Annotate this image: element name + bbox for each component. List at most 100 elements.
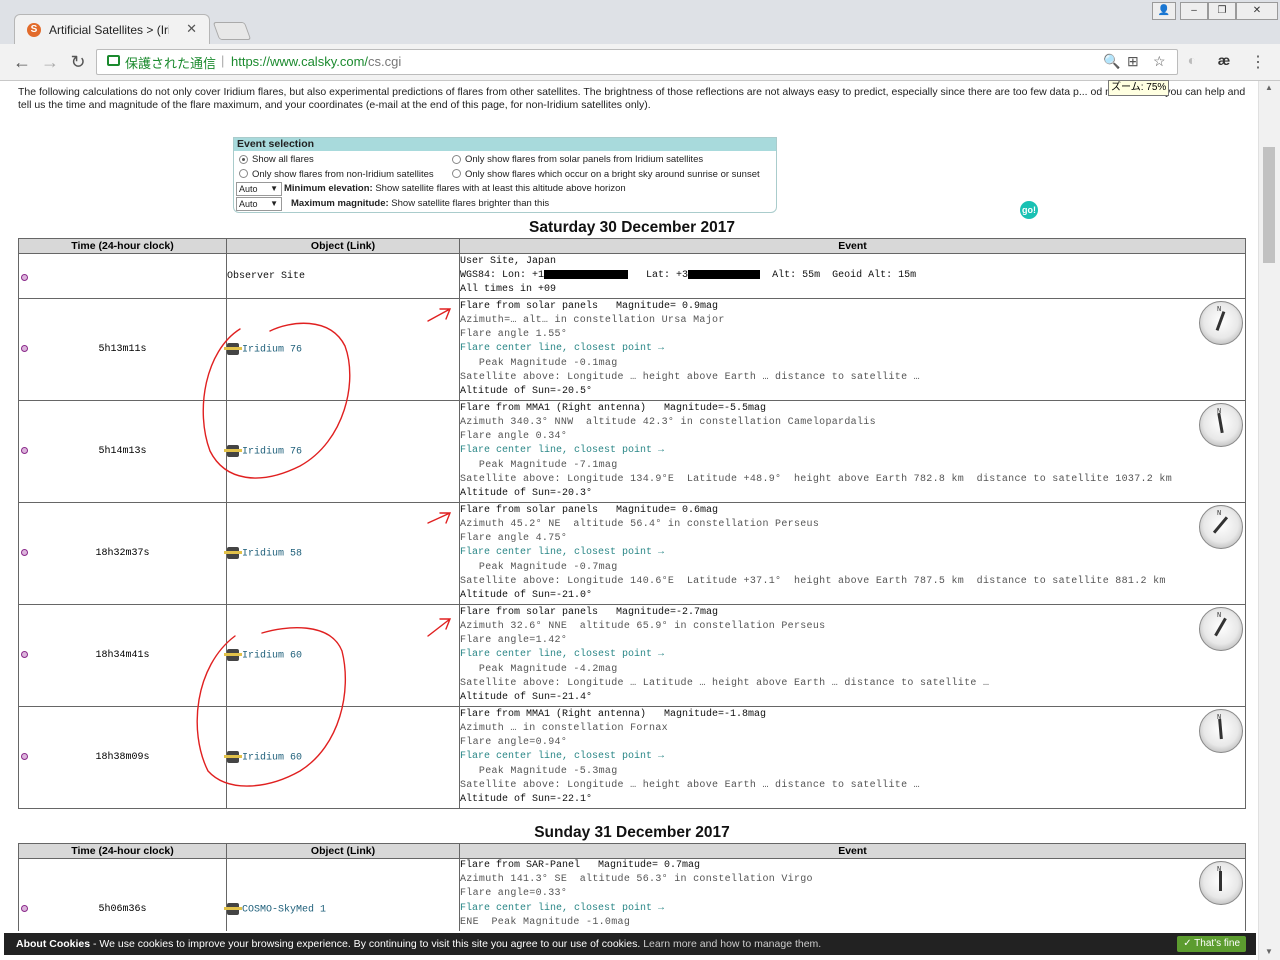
satellite-link[interactable]: Iridium 58: [242, 549, 302, 560]
scroll-up-icon[interactable]: ▲: [1265, 83, 1273, 92]
scrollbar-thumb[interactable]: [1263, 147, 1275, 263]
intro-text: The following calculations do not only c…: [18, 86, 1246, 111]
min-elevation-select[interactable]: Auto: [236, 182, 282, 196]
day-title-sunday: Sunday 31 December 2017: [534, 824, 730, 841]
satellite-icon: [224, 903, 242, 916]
tab-title: Artificial Satellites > (Iridi: [49, 23, 169, 37]
sky-compass-icon[interactable]: N: [1199, 861, 1243, 905]
event-selection-panel: Event selection Show all flares Only sho…: [233, 137, 777, 213]
sky-compass-icon[interactable]: N: [1199, 301, 1243, 345]
radio-solar[interactable]: [452, 155, 461, 164]
observer-site-label: Observer Site: [226, 253, 460, 299]
radio-show-all[interactable]: [239, 155, 248, 164]
col-object-header: Object (Link): [226, 843, 460, 859]
zoom-icon[interactable]: 🔍: [1103, 53, 1120, 70]
table-row: 18h38m09s Iridium 60 Flare from MMA1 (Ri…: [18, 706, 1246, 809]
satellite-icon: [224, 649, 242, 662]
bullet-icon: [21, 345, 28, 353]
max-magnitude-label: Maximum magnitude: Show satellite flares…: [291, 198, 550, 209]
day-title-saturday: Saturday 30 December 2017: [529, 219, 735, 236]
radio-label-solar: Only show flares from solar panels from …: [465, 154, 704, 165]
bullet-icon: [21, 549, 28, 557]
zoom-tooltip: ズーム: 75%: [1108, 80, 1170, 96]
sky-compass-icon[interactable]: N: [1199, 607, 1243, 651]
cookie-title: About Cookies: [16, 938, 91, 950]
bookmark-star-icon[interactable]: ☆: [1153, 53, 1166, 70]
ae-extension-icon[interactable]: æ: [1214, 52, 1234, 68]
browser-tab[interactable]: S Artificial Satellites > (Iridi ✕: [14, 14, 210, 45]
close-tab-icon[interactable]: ✕: [186, 21, 197, 37]
sky-compass-icon[interactable]: N: [1199, 505, 1243, 549]
table-row: 18h32m37s Iridium 58 Flare from solar pa…: [18, 502, 1246, 605]
satellite-link[interactable]: COSMO-SkyMed 1: [242, 905, 326, 916]
table-row: 5h06m36s COSMO-SkyMed 1 Flare from SAR-P…: [18, 858, 1246, 931]
satellite-link[interactable]: Iridium 76: [242, 447, 302, 458]
flare-time: 5h06m36s: [98, 904, 147, 915]
address-bar[interactable]: 保護された通信 | https://www.calsky.com/cs.cgi …: [96, 49, 1178, 75]
col-object-header: Object (Link): [226, 238, 460, 254]
flare-table-day1: Time (24-hour clock) Object (Link) Event…: [18, 238, 1246, 809]
flare-details: Flare from solar panels Magnitude= 0.9ma…: [459, 298, 1246, 401]
minimize-button[interactable]: –: [1180, 2, 1208, 20]
radio-label-all: Show all flares: [252, 154, 314, 165]
col-event-header: Event: [459, 238, 1246, 254]
cookie-text: - We use cookies to improve your browsin…: [90, 938, 644, 950]
flare-details: Flare from solar panels Magnitude= 0.6ma…: [459, 502, 1246, 605]
satellite-icon: [224, 547, 242, 560]
close-window-button[interactable]: ✕: [1236, 2, 1278, 20]
browser-titlebar: S Artificial Satellites > (Iridi ✕ 👤 – ❐…: [0, 0, 1280, 45]
flare-time: 18h32m37s: [95, 548, 150, 559]
table-row: 5h14m13s Iridium 76 Flare from MMA1 (Rig…: [18, 400, 1246, 503]
bullet-icon: [21, 274, 28, 282]
maximize-button[interactable]: ❐: [1208, 2, 1236, 20]
table-row: 5h13m11s Iridium 76 Flare from solar pan…: [18, 298, 1246, 401]
profile-icon[interactable]: 👤: [1152, 2, 1176, 20]
satellite-link[interactable]: Iridium 76: [242, 345, 302, 356]
max-magnitude-select[interactable]: Auto: [236, 197, 282, 211]
translate-icon[interactable]: ⊞: [1127, 53, 1139, 70]
satellite-link[interactable]: Iridium 60: [242, 651, 302, 662]
cookie-accept-button[interactable]: ✓ That's fine: [1177, 936, 1246, 952]
bullet-icon: [21, 651, 28, 659]
url-text: https://www.calsky.com/cs.cgi: [231, 54, 402, 69]
new-tab-button[interactable]: [212, 22, 252, 40]
radio-label-non-iridium: Only show flares from non-Iridium satell…: [252, 169, 434, 180]
browser-toolbar: ← → ↻ 保護された通信 | https://www.calsky.com/c…: [0, 44, 1280, 81]
flare-time: 5h14m13s: [98, 446, 147, 457]
flare-details: Flare from MMA1 (Right antenna) Magnitud…: [459, 400, 1246, 503]
extension-icon[interactable]: ◐: [1182, 52, 1202, 68]
flare-details: Flare from SAR-Panel Magnitude= 0.7mag Az…: [459, 858, 1246, 931]
forward-arrow-icon[interactable]: →: [40, 52, 60, 73]
bullet-icon: [21, 905, 28, 913]
scroll-down-icon[interactable]: ▼: [1265, 947, 1273, 956]
flare-details: Flare from solar panels Magnitude=-2.7ma…: [459, 604, 1246, 707]
radio-non-iridium[interactable]: [239, 169, 248, 178]
sky-compass-icon[interactable]: N: [1199, 403, 1243, 447]
back-arrow-icon[interactable]: ←: [12, 52, 32, 73]
page-content: The following calculations do not only c…: [0, 81, 1258, 931]
flare-table-day2: Time (24-hour clock) Object (Link) Event…: [18, 843, 1246, 931]
col-time-header: Time (24-hour clock): [18, 238, 227, 254]
observer-row: Observer Site User Site, Japan WGS84: Lon…: [18, 253, 1246, 299]
observer-details: User Site, Japan WGS84: Lon: +1 Lat: +3 A…: [459, 253, 1246, 299]
secure-label: 保護された通信: [125, 56, 217, 71]
site-favicon-icon: S: [27, 23, 41, 37]
flare-time: 5h13m11s: [98, 344, 147, 355]
sky-compass-icon[interactable]: N: [1199, 709, 1243, 753]
menu-icon[interactable]: ⋮: [1248, 52, 1268, 72]
satellite-link[interactable]: Iridium 60: [242, 753, 302, 764]
col-time-header: Time (24-hour clock): [18, 843, 227, 859]
satellite-icon: [224, 343, 242, 356]
radio-bright-sky[interactable]: [452, 169, 461, 178]
flare-details: Flare from MMA1 (Right antenna) Magnitud…: [459, 706, 1246, 809]
table-row: 18h34m41s Iridium 60 Flare from solar pa…: [18, 604, 1246, 707]
col-event-header: Event: [459, 843, 1246, 859]
go-button[interactable]: go!: [1020, 201, 1038, 219]
radio-label-bright-sky: Only show flares which occur on a bright…: [465, 169, 760, 180]
satellite-icon: [224, 445, 242, 458]
cookie-banner: About Cookies - We use cookies to improv…: [4, 933, 1256, 955]
page-scrollbar[interactable]: ▲ ▼: [1258, 81, 1280, 960]
cookie-learn-more-link[interactable]: Learn more and how to manage them.: [643, 938, 821, 950]
bullet-icon: [21, 753, 28, 761]
reload-icon[interactable]: ↻: [68, 52, 88, 73]
